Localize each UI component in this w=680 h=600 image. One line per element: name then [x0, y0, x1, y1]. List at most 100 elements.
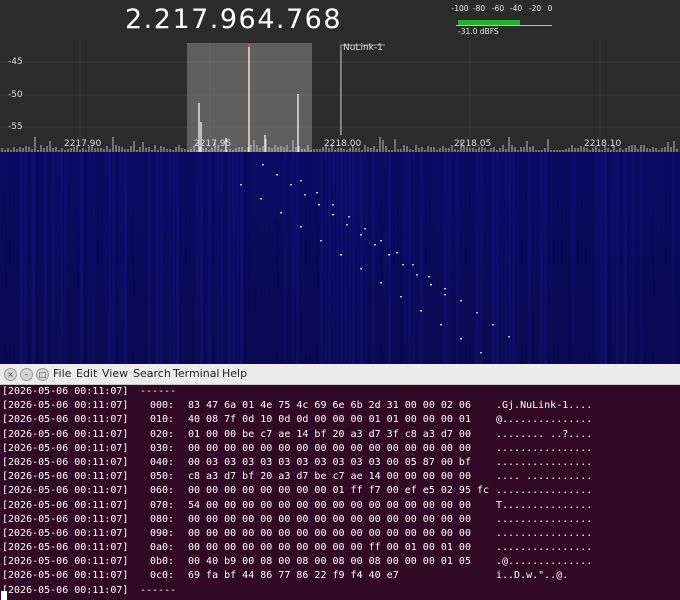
terminal-line: [2026-05-06 00:11:07] 0a0: 00 00 00 00 00 …: [0, 541, 680, 555]
meter-tick: -20: [528, 4, 542, 13]
ascii-dump: i..D.w."..@.: [496, 570, 569, 582]
menu-help[interactable]: Help: [222, 367, 247, 380]
meter-level-bar: [458, 20, 521, 25]
ascii-dump: @...............: [496, 414, 593, 426]
menu-search[interactable]: Search: [133, 367, 171, 380]
ascii-dump: T...............: [496, 499, 593, 511]
terminal-menubar: × – □ File Edit View Search Terminal Hel…: [0, 364, 680, 385]
terminal-line: [2026-05-06 00:11:07] 070: 54 00 00 00 00 …: [0, 499, 680, 513]
hex-offset: 0c0:: [150, 570, 175, 582]
hex-bytes: 54 00 00 00 00 00 00 00 00 00 00 00 00 0…: [188, 499, 471, 511]
ascii-dump: .... ...........: [496, 471, 593, 483]
menu-file[interactable]: File: [53, 367, 71, 380]
x-axis-label: 2217.90: [64, 139, 102, 149]
timestamp: [2026-05-06 00:11:07]: [2, 556, 129, 568]
hex-offset: 020:: [150, 428, 175, 440]
x-axis-label: 2218.05: [454, 139, 492, 149]
terminal-line: [2026-05-06 00:11:07] 000: 83 47 6a 01 4e …: [0, 399, 680, 413]
frequency-display[interactable]: 2.217.964.768: [125, 4, 342, 35]
hex-bytes: 00 00 00 00 00 00 00 00 00 00 00 00 00 0…: [188, 442, 471, 454]
terminal-line: [2026-05-06 00:11:07] 060: 00 00 00 00 00 …: [0, 484, 680, 498]
y-axis-label: -50: [8, 90, 23, 100]
hex-offset: ------: [140, 386, 177, 397]
hex-offset: 0b0:: [150, 556, 175, 568]
ascii-dump: ................: [496, 513, 593, 525]
hex-bytes: 00 03 03 03 03 03 03 03 03 03 03 00 05 8…: [188, 456, 471, 468]
terminal-line: [2026-05-06 00:11:07] ------: [0, 584, 680, 598]
hex-bytes: 00 40 b9 00 08 00 08 00 08 00 08 00 00 0…: [188, 556, 471, 568]
hex-offset: 090:: [150, 527, 175, 539]
ascii-dump: ................: [496, 527, 593, 539]
hex-bytes: 00 00 00 00 00 00 00 00 00 00 ff 00 01 0…: [188, 542, 471, 554]
timestamp: [2026-05-06 00:11:07]: [2, 584, 129, 596]
hex-offset: ------: [140, 584, 177, 596]
meter-tick: -40: [509, 4, 523, 13]
hex-offset: 0a0:: [150, 542, 175, 554]
ascii-dump: ................: [496, 456, 593, 468]
hex-bytes: 40 08 7f 0d 10 0d 0d 00 00 00 01 01 00 0…: [188, 414, 471, 426]
meter-tick: -100: [451, 4, 469, 13]
terminal-line: [2026-05-06 00:11:07] 0b0: 00 40 b9 00 08 …: [0, 555, 680, 569]
meter-level-label: -31.0 dBFS: [458, 27, 499, 36]
timestamp: [2026-05-06 00:11:07]: [2, 456, 129, 468]
terminal-line: [2026-05-06 00:11:07] ------: [0, 385, 680, 399]
bookmark-label[interactable]: NuLink-1: [343, 43, 383, 53]
timestamp: [2026-05-06 00:11:07]: [2, 485, 129, 497]
ascii-dump: ................: [496, 542, 593, 554]
menu-edit[interactable]: Edit: [76, 367, 97, 380]
maximize-icon[interactable]: □: [36, 368, 49, 381]
x-axis-label: 2218.10: [584, 139, 622, 149]
ascii-dump: .@..............: [496, 556, 593, 568]
timestamp: [2026-05-06 00:11:07]: [2, 386, 129, 397]
timestamp: [2026-05-06 00:11:07]: [2, 471, 129, 483]
timestamp: [2026-05-06 00:11:07]: [2, 400, 129, 412]
ascii-dump: ................: [496, 485, 593, 497]
timestamp: [2026-05-06 00:11:07]: [2, 499, 129, 511]
hex-offset: 030:: [150, 442, 175, 454]
timestamp: [2026-05-06 00:11:07]: [2, 542, 129, 554]
meter-tick: -60: [491, 4, 505, 13]
terminal-output[interactable]: [2026-05-06 00:11:07] ------ [2026-05-06 0…: [0, 385, 680, 600]
hex-bytes: 00 00 00 00 00 00 00 00 00 00 00 00 00 0…: [188, 513, 471, 525]
meter-tick: -80: [472, 4, 486, 13]
hex-offset: 060:: [150, 485, 175, 497]
hex-bytes: 01 00 00 be c7 ae 14 bf 20 a3 d7 3f c8 a…: [188, 428, 471, 440]
terminal-line: [2026-05-06 00:11:07] 030: 00 00 00 00 00 …: [0, 442, 680, 456]
timestamp: [2026-05-06 00:11:07]: [2, 442, 129, 454]
menu-terminal[interactable]: Terminal: [173, 367, 220, 380]
hex-offset: 010:: [150, 414, 175, 426]
terminal-line: [2026-05-06 00:11:07] 080: 00 00 00 00 00 …: [0, 513, 680, 527]
y-axis-label: -55: [8, 122, 23, 132]
close-icon[interactable]: ×: [4, 368, 17, 381]
hex-bytes: 00 00 00 00 00 00 00 00 01 ff f7 00 ef e…: [188, 485, 490, 497]
hex-offset: 070:: [150, 499, 175, 511]
hex-bytes: 69 fa bf 44 86 77 86 22 f9 f4 40 e7: [188, 570, 399, 582]
terminal-cursor: [1, 591, 7, 600]
meter-tick: 0: [547, 4, 553, 13]
timestamp: [2026-05-06 00:11:07]: [2, 513, 129, 525]
menu-view[interactable]: View: [102, 367, 128, 380]
x-axis-label: 2218.00: [324, 139, 362, 149]
terminal-window[interactable]: × – □ File Edit View Search Terminal Hel…: [0, 364, 680, 600]
terminal-line: [2026-05-06 00:11:07] 0c0: 69 fa bf 44 86 …: [0, 569, 680, 583]
timestamp: [2026-05-06 00:11:07]: [2, 428, 129, 440]
terminal-line: [2026-05-06 00:11:07] 020: 01 00 00 be c7 …: [0, 428, 680, 442]
timestamp: [2026-05-06 00:11:07]: [2, 414, 129, 426]
ascii-dump: ........ ..?....: [496, 428, 593, 440]
waterfall-display[interactable]: [0, 152, 680, 364]
sdr-window: 2.217.964.768 -100 -80 -60 -40 -20 0 -31…: [0, 0, 680, 364]
terminal-line: [2026-05-06 00:11:07] 010: 40 08 7f 0d 10 …: [0, 413, 680, 427]
terminal-line: [2026-05-06 00:11:07] 040: 00 03 03 03 03 …: [0, 456, 680, 470]
hex-bytes: 83 47 6a 01 4e 75 4c 69 6e 6b 2d 31 00 0…: [188, 400, 471, 412]
minimize-icon[interactable]: –: [20, 368, 33, 381]
y-axis-label: -45: [8, 57, 23, 67]
hex-bytes: c8 a3 d7 bf 20 a3 d7 be c7 ae 14 00 00 0…: [188, 471, 471, 483]
meter-scale-labels: -100 -80 -60 -40 -20 0: [451, 4, 556, 14]
hex-offset: 050:: [150, 471, 175, 483]
hex-offset: 040:: [150, 456, 175, 468]
terminal-line: [2026-05-06 00:11:07] 090: 00 00 00 00 00 …: [0, 527, 680, 541]
signal-meter: -100 -80 -60 -40 -20 0 -31.0 dBFS: [451, 4, 556, 36]
timestamp: [2026-05-06 00:11:07]: [2, 570, 129, 582]
hex-offset: 080:: [150, 513, 175, 525]
hex-bytes: 00 00 00 00 00 00 00 00 00 00 00 00 00 0…: [188, 527, 471, 539]
